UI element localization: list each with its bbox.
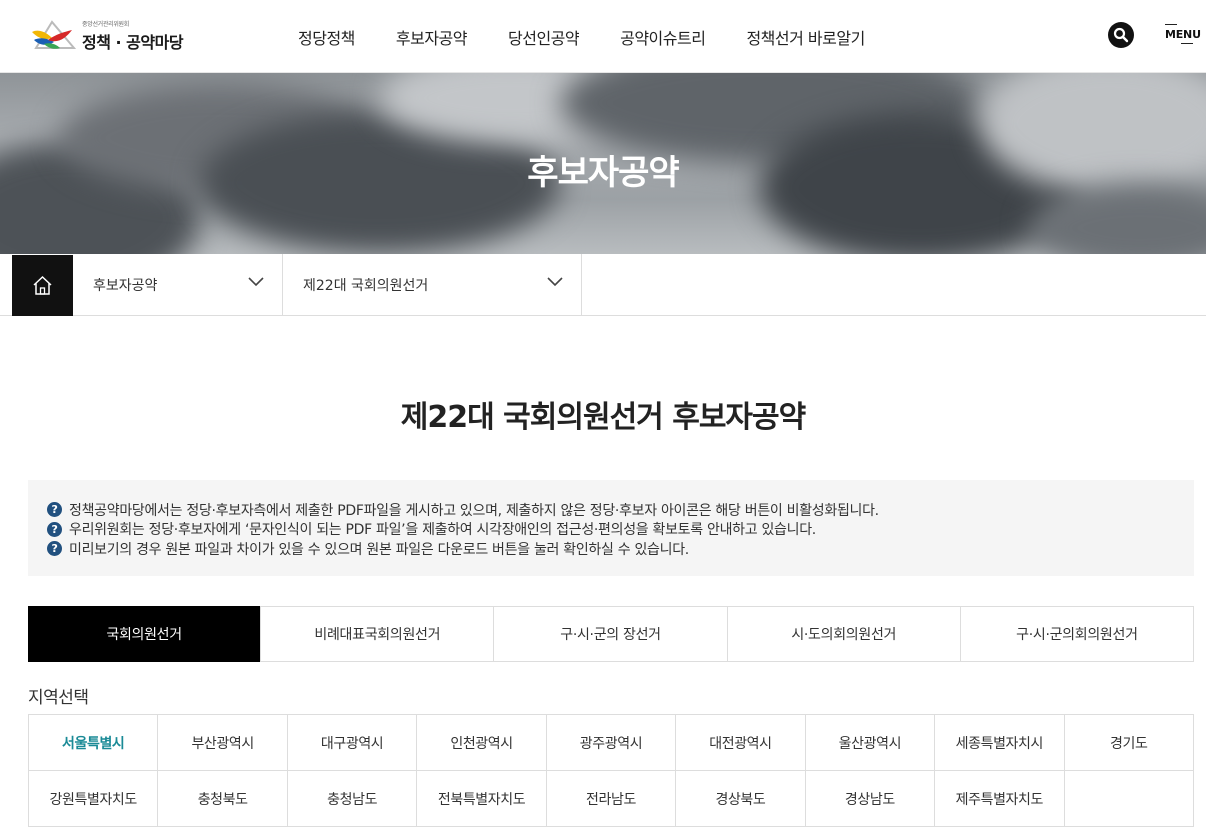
region-incheon[interactable]: 인천광역시 xyxy=(417,715,547,771)
hero-banner: 후보자공약 xyxy=(0,73,1206,254)
breadcrumb-category-label: 후보자공약 xyxy=(93,278,158,294)
region-chungnam[interactable]: 충청남도 xyxy=(287,771,418,827)
region-jeju[interactable]: 제주특별자치도 xyxy=(935,771,1065,827)
region-select-label: 지역선택 xyxy=(28,688,89,708)
page-title: 제22대 국회의원선거 후보자공약 xyxy=(400,400,806,435)
region-chungbuk[interactable]: 충청북도 xyxy=(158,771,288,827)
breadcrumb: 후보자공약 제22대 국회의원선거 xyxy=(0,254,1206,316)
region-jeonbuk[interactable]: 전북특별자치도 xyxy=(417,771,547,827)
region-ulsan[interactable]: 울산광역시 xyxy=(805,715,936,771)
region-busan[interactable]: 부산광역시 xyxy=(158,715,288,771)
nav-elected-pledges[interactable]: 당선인공약 xyxy=(508,25,580,49)
nav-candidate-pledges[interactable]: 후보자공약 xyxy=(396,25,468,49)
logo-bird-icon xyxy=(30,18,77,54)
notice-text: 미리보기의 경우 원본 파일과 차이가 있을 수 있으며 원본 파일은 다운로드… xyxy=(69,541,689,558)
tab-local-council[interactable]: 구·시·군의회의원선거 xyxy=(961,607,1193,661)
region-gyeonggi[interactable]: 경기도 xyxy=(1064,715,1194,771)
main-navigation: 정당정책 후보자공약 당선인공약 공약이슈트리 정책선거 바로알기 xyxy=(298,0,906,73)
home-button[interactable] xyxy=(12,255,73,316)
region-grid: 서울특별시 부산광역시 대구광역시 인천광역시 광주광역시 대전광역시 울산광역… xyxy=(28,714,1194,827)
tab-local-head[interactable]: 구·시·군의 장선거 xyxy=(494,607,728,661)
breadcrumb-election-label: 제22대 국회의원선거 xyxy=(303,278,429,294)
nav-pledge-issue-tree[interactable]: 공약이슈트리 xyxy=(620,25,706,49)
question-icon: ? xyxy=(47,541,62,557)
notice-line: ? 미리보기의 경우 원본 파일과 차이가 있을 수 있으며 원본 파일은 다운… xyxy=(47,539,1194,559)
notice-line: ? 우리위원회는 정당·후보자에게 ‘문자인식이 되는 PDF 파일’을 제출하… xyxy=(47,520,1194,540)
menu-label: MENU xyxy=(1165,28,1201,41)
nav-policy-election-guide[interactable]: 정책선거 바로알기 xyxy=(746,25,865,49)
menu-line-icon xyxy=(1165,24,1177,25)
chevron-down-icon xyxy=(248,277,264,287)
site-logo[interactable]: 중앙선거관리위원회 정책 · 공약마당 xyxy=(30,16,200,56)
home-icon xyxy=(33,275,52,295)
nav-party-policy[interactable]: 정당정책 xyxy=(298,25,355,49)
breadcrumb-select-election[interactable]: 제22대 국회의원선거 xyxy=(283,254,582,316)
region-gangwon[interactable]: 강원특별자치도 xyxy=(29,771,159,827)
region-empty-cell xyxy=(1064,771,1194,827)
region-gwangju[interactable]: 광주광역시 xyxy=(546,715,677,771)
tab-proportional-representation[interactable]: 비례대표국회의원선거 xyxy=(261,607,495,661)
election-type-tabs: 국회의원선거 비례대표국회의원선거 구·시·군의 장선거 시·도의회의원선거 구… xyxy=(28,606,1194,662)
tab-national-assembly[interactable]: 국회의원선거 xyxy=(28,606,262,662)
notice-box: ? 정책공약마당에서는 정당·후보자측에서 제출한 PDF파일을 게시하고 있으… xyxy=(28,480,1194,576)
region-daegu[interactable]: 대구광역시 xyxy=(287,715,418,771)
notice-line: ? 정책공약마당에서는 정당·후보자측에서 제출한 PDF파일을 게시하고 있으… xyxy=(47,500,1194,520)
region-jeonnam[interactable]: 전라남도 xyxy=(546,771,677,827)
question-icon: ? xyxy=(47,502,62,518)
region-gyeongbuk[interactable]: 경상북도 xyxy=(676,771,806,827)
logo-title: 정책 · 공약마당 xyxy=(82,33,184,52)
menu-button[interactable]: MENU xyxy=(1163,24,1201,46)
notice-text: 정책공약마당에서는 정당·후보자측에서 제출한 PDF파일을 게시하고 있으며,… xyxy=(69,502,879,519)
search-button[interactable] xyxy=(1108,22,1134,48)
chevron-down-icon xyxy=(547,277,563,287)
breadcrumb-select-category[interactable]: 후보자공약 xyxy=(73,254,283,316)
logo-subtitle: 중앙선거관리위원회 xyxy=(82,21,129,28)
region-gyeongnam[interactable]: 경상남도 xyxy=(805,771,936,827)
region-daejeon[interactable]: 대전광역시 xyxy=(676,715,806,771)
hero-title: 후보자공약 xyxy=(527,153,679,193)
menu-line-icon xyxy=(1181,43,1193,44)
region-seoul[interactable]: 서울특별시 xyxy=(29,715,159,771)
question-icon: ? xyxy=(47,521,62,537)
region-sejong[interactable]: 세종특별자치시 xyxy=(935,715,1065,771)
notice-text: 우리위원회는 정당·후보자에게 ‘문자인식이 되는 PDF 파일’을 제출하여 … xyxy=(69,522,816,539)
tab-provincial-council[interactable]: 시·도의회의원선거 xyxy=(728,607,961,661)
search-icon xyxy=(1113,27,1129,43)
site-header: 중앙선거관리위원회 정책 · 공약마당 정당정책 후보자공약 당선인공약 공약이… xyxy=(0,0,1206,73)
